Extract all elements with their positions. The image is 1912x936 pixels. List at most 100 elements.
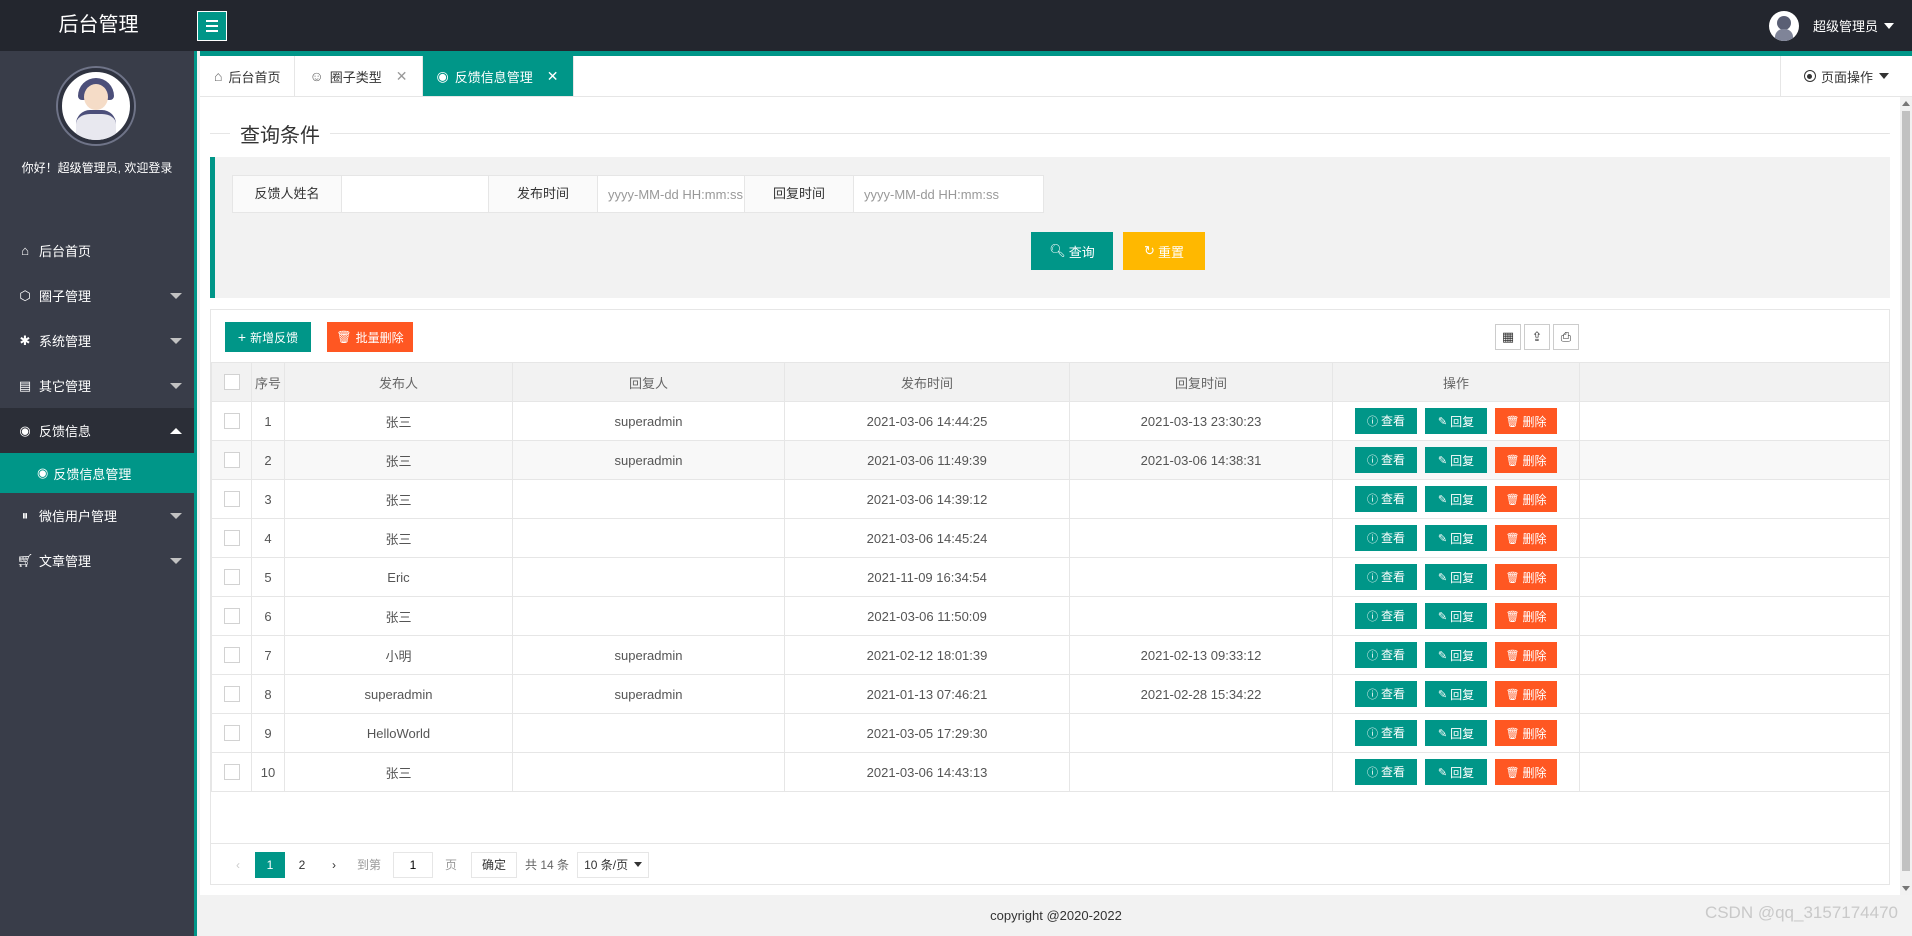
prev-page-icon[interactable]: ‹ [223,852,253,878]
cell-no: 3 [251,479,285,519]
row-checkbox[interactable] [223,491,240,508]
user-menu[interactable]: 超级管理员 [1768,0,1894,51]
view-button[interactable]: ⓘ 查看 [1355,641,1417,668]
delete-button[interactable]: 🗑︎ 删除 [1495,564,1557,591]
cell-no: 6 [251,596,285,636]
view-button[interactable]: ⓘ 查看 [1355,680,1417,707]
view-button[interactable]: ⓘ 查看 [1355,485,1417,512]
export-icon[interactable]: ⇪ [1524,324,1550,350]
reply-button[interactable]: ✎ 回复 [1425,720,1487,747]
row-checkbox[interactable] [223,608,240,625]
sidebar-item-wechat-users[interactable]: ⏸ 微信用户管理 [0,493,194,538]
next-page-icon[interactable]: › [319,852,349,878]
sidebar-item-circle[interactable]: ⬡ 圈子管理 [0,273,194,318]
cell-actions: ⓘ 查看 ✎ 回复 🗑︎ 删除 [1332,557,1580,597]
data-table-card: + 新增反馈 🗑︎ 批量删除 ▦ ⇪ ⎙ 序号 发布人 回复人 发布时间 回复时… [210,309,1890,885]
cell-replier [512,713,785,753]
delete-button[interactable]: 🗑︎ 删除 [1495,720,1557,747]
goto-confirm-button[interactable]: 确定 [471,851,518,878]
feedback-table: 序号 发布人 回复人 发布时间 回复时间 操作 1 张三 superadmin 202… [211,362,1890,792]
reset-button[interactable]: ↻ 重置 [1123,232,1205,270]
view-button[interactable]: ⓘ 查看 [1355,407,1417,434]
cell-publish-time: 2021-03-06 14:43:13 [784,752,1070,792]
view-button[interactable]: ⓘ 查看 [1355,446,1417,473]
hamburger-icon [206,20,218,22]
cell-reply-time [1069,596,1333,636]
column-header: 操作 [1332,362,1580,402]
goto-page-input[interactable] [393,851,434,878]
print-icon[interactable]: ⎙ [1553,324,1579,350]
search-button[interactable]: 🔍︎ 查询 [1031,232,1113,270]
reply-button[interactable]: ✎ 回复 [1425,681,1487,708]
close-icon[interactable]: ✕ [396,68,408,85]
reply-time-input[interactable] [854,175,1044,213]
reply-button[interactable]: ✎ 回复 [1425,642,1487,669]
tab-home[interactable]: ⌂ 后台首页 [200,56,296,96]
column-header: 序号 [251,362,285,402]
delete-button[interactable]: 🗑︎ 删除 [1495,408,1557,435]
caret-down-icon [1879,73,1889,79]
scroll-down-icon[interactable] [1902,886,1910,891]
sidebar-item-feedback[interactable]: ◉ 反馈信息 [0,408,194,453]
view-button[interactable]: ⓘ 查看 [1355,758,1417,785]
page-size-select[interactable]: 10 条/页 [577,851,650,878]
row-checkbox[interactable] [223,647,240,664]
reply-button[interactable]: ✎ 回复 [1425,564,1487,591]
reply-button[interactable]: ✎ 回复 [1425,603,1487,630]
row-checkbox[interactable] [223,452,240,469]
delete-button[interactable]: 🗑︎ 删除 [1495,603,1557,630]
delete-button[interactable]: 🗑︎ 删除 [1495,525,1557,552]
table-toolbar: + 新增反馈 🗑︎ 批量删除 ▦ ⇪ ⎙ [211,310,1889,362]
cell-actions: ⓘ 查看 ✎ 回复 🗑︎ 删除 [1332,479,1580,519]
reply-button[interactable]: ✎ 回复 [1425,447,1487,474]
welcome-text: 你好！超级管理员, 欢迎登录 [21,161,173,175]
view-button[interactable]: ⓘ 查看 [1355,524,1417,551]
view-button[interactable]: ⓘ 查看 [1355,719,1417,746]
cell-replier [512,518,785,558]
cell-replier: superadmin [512,635,785,675]
delete-button[interactable]: 🗑︎ 删除 [1495,681,1557,708]
close-icon[interactable]: ✕ [547,68,559,85]
tab-circle-type[interactable]: ☺ 圈子类型 ✕ [295,56,423,96]
page-1-button[interactable]: 1 [255,851,285,878]
total-count: 共 14 条 [525,858,570,872]
row-checkbox[interactable] [223,569,240,586]
delete-button[interactable]: 🗑︎ 删除 [1495,447,1557,474]
sidebar-item-other[interactable]: ▤ 其它管理 [0,363,194,408]
vertical-scrollbar[interactable] [1900,97,1912,895]
add-feedback-button[interactable]: + 新增反馈 [225,322,311,352]
delete-button[interactable]: 🗑︎ 删除 [1495,759,1557,786]
row-checkbox[interactable] [223,764,240,781]
chevron-down-icon [170,293,182,299]
page-operations-dropdown[interactable]: 页面操作 [1780,56,1912,96]
menu-toggle-button[interactable] [197,11,227,41]
view-button[interactable]: ⓘ 查看 [1355,563,1417,590]
table-row: 7 小明 superadmin 2021-02-12 18:01:39 2021-02-… [211,635,1890,675]
reply-button[interactable]: ✎ 回复 [1425,408,1487,435]
sidebar-item-system[interactable]: ✱ 系统管理 [0,318,194,363]
sidebar-item-home[interactable]: ⌂ 后台首页 [0,228,194,273]
delete-button[interactable]: 🗑︎ 删除 [1495,486,1557,513]
row-checkbox[interactable] [223,725,240,742]
row-checkbox[interactable] [223,413,240,430]
cell-replier [512,596,785,636]
sidebar-subitem-feedback-manage[interactable]: ◉ 反馈信息管理 [0,453,194,493]
column-header: 回复人 [512,362,785,402]
delete-button[interactable]: 🗑︎ 删除 [1495,642,1557,669]
view-button[interactable]: ⓘ 查看 [1355,602,1417,629]
reply-button[interactable]: ✎ 回复 [1425,525,1487,552]
page-2-button[interactable]: 2 [287,852,317,878]
reply-button[interactable]: ✎ 回复 [1425,486,1487,513]
row-checkbox[interactable] [223,686,240,703]
top-header: 后台管理 超级管理员 [0,0,1912,51]
select-all-checkbox[interactable] [223,374,240,391]
trash-icon: 🗑︎ [1505,688,1520,701]
tab-feedback-manage[interactable]: ◉ 反馈信息管理 ✕ [422,56,574,96]
batch-delete-button[interactable]: 🗑︎ 批量删除 [327,322,413,352]
row-checkbox[interactable] [223,530,240,547]
reply-button[interactable]: ✎ 回复 [1425,759,1487,786]
scroll-up-icon[interactable] [1902,101,1910,106]
scrollbar-thumb[interactable] [1902,111,1910,871]
columns-filter-icon[interactable]: ▦ [1495,324,1521,350]
sidebar-item-articles[interactable]: 🛒︎ 文章管理 [0,538,194,583]
